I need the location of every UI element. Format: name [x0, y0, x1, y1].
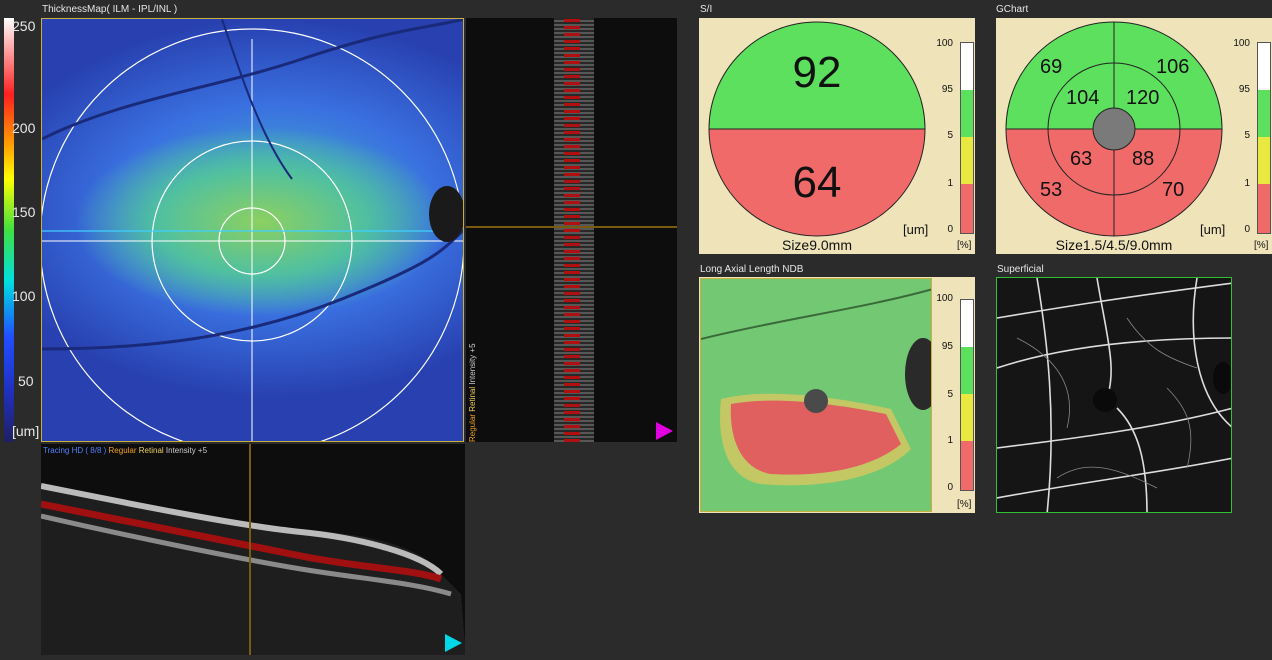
- gchart-scale-tick-100: 100: [1233, 38, 1250, 49]
- bscan-vertical[interactable]: Regular Retinal Intensity +5: [466, 18, 677, 442]
- si-unit: [um]: [903, 222, 929, 237]
- thickness-colorbar: 250 200 150 100 50 [um]: [4, 18, 40, 442]
- ndb-scale-tick-95: 95: [941, 341, 953, 352]
- bscan-v-overlay-regular: Regular: [468, 413, 477, 442]
- bscan-horizontal-scan-marker-icon[interactable]: [445, 634, 462, 652]
- gchart-inner-tr: 120: [1126, 87, 1160, 109]
- gchart-outer-tr: 106: [1156, 56, 1190, 78]
- gchart-scale-unit: [%]: [1254, 240, 1269, 251]
- bscan-vertical-scan-marker-icon[interactable]: [656, 422, 673, 440]
- superficial-title: Superficial: [997, 264, 1044, 275]
- ndb-panel: 100 95 5 1 0 [%]: [699, 277, 975, 513]
- gchart-scale-tick-1: 1: [1244, 178, 1250, 189]
- gchart-title: GChart: [996, 4, 1029, 15]
- thickness-map-title: ThicknessMap( ILM - IPL/INL ): [42, 4, 178, 15]
- gchart-inner-tl: 104: [1066, 87, 1100, 109]
- si-percentile-scale: [960, 42, 974, 234]
- bscan-v-overlay-retinal: Retinal: [468, 386, 477, 412]
- gchart-outer-br: 70: [1162, 179, 1185, 201]
- ndb-title: Long Axial Length NDB: [700, 264, 804, 275]
- colorbar-tick-100: 100: [12, 288, 36, 304]
- gchart-scale-tick-0: 0: [1244, 224, 1250, 235]
- superficial-angio-image[interactable]: [996, 277, 1232, 513]
- ndb-percentile-scale: [960, 299, 974, 491]
- si-scale-tick-100: 100: [936, 38, 953, 49]
- si-scale-tick-5: 5: [947, 130, 953, 141]
- colorbar-tick-200: 200: [12, 120, 36, 136]
- gchart-inner-bl: 63: [1070, 148, 1093, 170]
- si-size-label: Size9.0mm: [781, 237, 853, 253]
- gchart-outer-tl: 69: [1040, 56, 1063, 78]
- colorbar-tick-50: 50: [18, 373, 34, 389]
- gchart-scale-tick-95: 95: [1238, 84, 1250, 95]
- colorbar-tick-250: 250: [12, 18, 36, 34]
- ndb-deviation-map[interactable]: [700, 278, 932, 512]
- gchart-scale-tick-5: 5: [1244, 130, 1250, 141]
- colorbar-unit: [um]: [12, 423, 40, 439]
- si-chart-title: S/I: [700, 4, 713, 15]
- thickness-map-image[interactable]: [41, 18, 464, 442]
- ndb-scale-tick-5: 5: [947, 389, 953, 400]
- colorbar-tick-150: 150: [12, 204, 36, 220]
- ndb-scale-tick-100: 100: [936, 293, 953, 304]
- ndb-scale-tick-1: 1: [947, 435, 953, 446]
- gchart-percentile-scale: [1257, 42, 1271, 234]
- si-scale-tick-95: 95: [941, 84, 953, 95]
- si-chart-panel: 92 64 [um] Size9.0mm 100 95 5 1 0 [%]: [699, 18, 975, 254]
- gchart-circle[interactable]: [1004, 20, 1224, 244]
- si-scale-tick-1: 1: [947, 178, 953, 189]
- si-superior-value: 92: [792, 48, 842, 97]
- gchart-unit: [um]: [1200, 222, 1226, 237]
- ndb-scale-tick-0: 0: [947, 482, 953, 493]
- gchart-size-label: Size1.5/4.5/9.0mm: [1055, 237, 1173, 253]
- si-scale-tick-0: 0: [947, 224, 953, 235]
- bscan-horizontal-layers: [41, 444, 465, 655]
- si-inferior-value: 64: [792, 158, 842, 207]
- gchart-panel: 69 106 104 120 63 88 53 70 [um] Size1.5/…: [996, 18, 1272, 254]
- thickness-grid-overlay: [42, 19, 463, 441]
- si-scale-unit: [%]: [957, 240, 972, 251]
- bscan-horizontal[interactable]: Tracing HD ( 8/8 ) Regular Retinal Inten…: [41, 444, 465, 655]
- ndb-scale-unit: [%]: [957, 499, 972, 510]
- gchart-inner-br: 88: [1132, 148, 1155, 170]
- bscan-v-overlay-intensity: Intensity +5: [468, 343, 477, 385]
- gchart-outer-bl: 53: [1040, 179, 1063, 201]
